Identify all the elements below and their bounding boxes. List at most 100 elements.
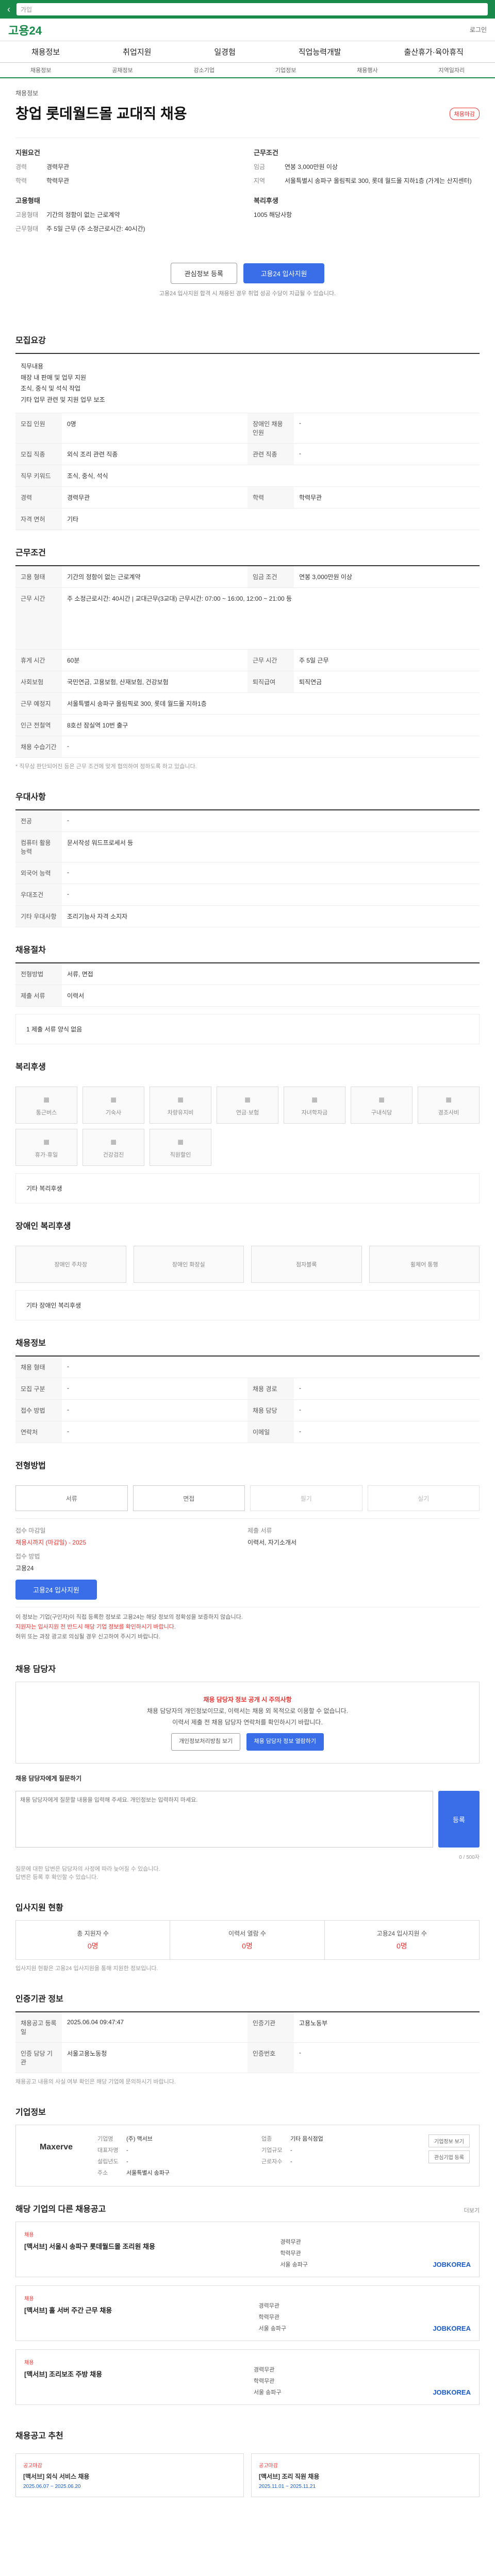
nav-item[interactable]: 일경험 [214,46,235,57]
subnav-item[interactable]: 공채정보 [112,66,133,74]
gift-icon: ■ [445,1094,452,1106]
view-contact-button[interactable]: 채용 담당자 정보 열람하기 [246,1733,324,1751]
recommend-card[interactable]: 공고마감 [맥서브] 외식 서비스 채용 2025.06.07 ~ 2025.0… [15,2453,244,2498]
job-category: 채용정보 [15,90,39,97]
section-title: 기업정보 [15,2108,46,2117]
subnav-item[interactable]: 채용정보 [30,66,51,74]
job-card[interactable]: 채용 [맥서브] 홀 서버 주간 근무 채용 경력무관 학력무관 서울 송파구 JOB… [15,2285,480,2342]
section-title: 모집요강 [15,336,46,345]
company-info: 기업명 (주) 맥서브 업종 기타 음식점업 대표자명 - 기업규모 - 설립년도 - 근… [97,2136,323,2177]
job-actions: 관심정보 등록 고용24 입사지원 [15,247,480,289]
submit-question-button[interactable]: 등록 [438,1791,480,1848]
company-box: Maxerve 기업명 (주) 맥서브 업종 기타 음식점업 대표자명 - 기업규모 -… [15,2125,480,2187]
job-description: 직무내용 매장 내 판매 및 업무 지원 조식, 중식 및 석식 작업 기타 업… [15,354,480,414]
nav-item[interactable]: 직업능력개발 [299,46,341,57]
welfare-item: ■ 자녀학자금 [284,1087,345,1124]
preference-table: 전공 - 컴퓨터 활용 능력 문서작성 워드프로세서 등 외국어 능력 - 우대조건 -… [15,809,480,928]
disability-item: 장애인 주차장 [15,1246,126,1283]
warning-notes: 이 정보는 기업(구인자)이 직접 등록한 정보로 고용24는 해당 정보의 정… [15,1607,480,1647]
source-logo: JOBKOREA [433,2388,471,2397]
section-title: 장애인 복리후생 [15,1222,71,1231]
stat-item: 총 지원자 수 0명 [16,1921,171,1960]
welfare-item: ■ 구내식당 [351,1087,412,1124]
disability-grid: 장애인 주차장 장애인 화장실 점자블록 휠체어 통행 [15,1239,480,1290]
disability-note: 기타 장애인 복리후생 [15,1290,480,1321]
job-card[interactable]: 채용 [맥서브] 조리보조 주방 채용 경력무관 학력무관 서울 송파구 JOBKOR… [15,2349,480,2405]
login-link[interactable]: 로그인 [470,25,487,34]
stats-note: 입사지원 현황은 고용24 입사지원을 통해 지원한 정보입니다. [15,1965,158,1972]
welfare-item: ■ 휴가·휴일 [15,1129,77,1166]
apply-button[interactable]: 고용24 입사지원 [243,263,325,283]
welfare-item: ■ 기숙사 [82,1087,144,1124]
search-input[interactable]: 가입 [16,3,488,15]
section-title: 입사지원 현황 [15,1904,63,1913]
process-step: 필기 [250,1485,362,1512]
process-step: 서류 [15,1485,128,1512]
process-table: 전형방법 서류, 면접 제출 서류 이력서 [15,962,480,1007]
stat-item: 고용24 입사지원 수 0명 [376,1930,427,1951]
extra-table: 채용 형태 - 모집 구분 - 채용 경로 - 접수 방법 - 채용 담당 - 연락처 - 이메일… [15,1355,480,1444]
privacy-button[interactable]: 개인정보처리방침 보기 [171,1733,241,1751]
stats-box: 총 지원자 수 0명 이력서 열람 수 0명 고용24 입사지원 수 0명 [15,1920,480,1960]
qa-notes: 질문에 대한 답변은 담당자의 사정에 따라 늦어질 수 있습니다. 답변은 등… [15,1866,160,1881]
bus-icon: ■ [43,1094,50,1106]
section-title: 채용절차 [15,946,46,955]
top-bar: ‹ 가입 [0,0,495,19]
apply-button[interactable]: 고용24 입사지원 [15,1580,97,1600]
discount-icon: ■ [177,1136,184,1148]
info-note: 채용공고 내용의 사실 여부 확인은 해당 기업에 문의하시기 바랍니다. [15,2079,176,2086]
recommend-card[interactable]: 공고마감 [맥서브] 조리 직원 채용 2025.11.01 ~ 2025.11… [251,2453,480,2498]
contact-box: 채용 담당자 정보 공개 시 주의사항 채용 담당자의 개인정보이므로, 이력서… [15,1682,480,1764]
qa-form: 등록 [15,1786,480,1853]
section-title: 우대사항 [15,793,46,802]
info-table: 채용공고 등록일 2025.06.04 09:47:47 인증기관 고용노동부 인증 … [15,2011,480,2074]
disability-item: 점자블록 [251,1246,362,1283]
welfare-item: ■ 차량유지비 [150,1087,211,1124]
source-logo: JOBKOREA [433,2325,471,2333]
sub-nav: 채용정보 공채정보 강소기업 기업정보 채용행사 지역일자리 [0,63,495,78]
section-title: 해당 기업의 다른 채용공고 [15,2205,106,2214]
company-logo: Maxerve [39,2143,73,2152]
nav-item[interactable]: 출산휴가·육아휴직 [404,46,464,57]
alert-text: 채용 담당자 정보 공개 시 주의사항 [203,1696,292,1704]
education-icon: ■ [311,1094,318,1106]
subnav-item[interactable]: 기업정보 [275,66,296,74]
deadline-info: 접수 마감일 채용시까지 (마감일) - 2025 접수 방법 고용24 고용2… [15,1518,480,1607]
logo[interactable]: 고용24 [8,22,42,38]
welfare-item: ■ 직원할인 [150,1129,211,1166]
section-title: 복리후생 [15,1063,46,1072]
welfare-item: ■ 연금·보험 [217,1087,278,1124]
home-icon: ■ [110,1094,117,1106]
nav-item[interactable]: 취업지원 [123,46,151,57]
process-note: 1 제출 서류 양식 없음 [15,1014,480,1045]
section-title: 채용공고 추천 [15,2432,63,2441]
requirements-table: 직무내용 매장 내 판매 및 업무 지원 조식, 중식 및 석식 작업 기타 업… [15,353,480,531]
conditions-table: 고용 형태 기간의 정함이 없는 근로계약 임금 조건 연봉 3,000만원 이상 근… [15,565,480,758]
section-title: 전형방법 [15,1462,46,1471]
more-link[interactable]: 더보기 [464,2206,480,2222]
status-badge: 채용마감 [449,108,480,120]
car-icon: ■ [177,1094,184,1106]
save-interest-button[interactable]: 관심정보 등록 [170,263,237,284]
subnav-item[interactable]: 채용행사 [357,66,377,74]
source-logo: JOBKOREA [433,2261,471,2269]
question-input[interactable] [15,1791,433,1848]
job-card[interactable]: 채용 [맥서브] 서울시 송파구 롯데월드몰 조리원 채용 경력무관 학력무관 서울 … [15,2222,480,2278]
welfare-note: 기타 복리후생 [15,1173,480,1204]
subnav-item[interactable]: 지역일자리 [438,66,465,74]
section-title: 근무조건 [15,549,46,558]
company-info-button[interactable]: 기업정보 보기 [428,2134,470,2148]
apply-note: 고용24 입사지원 합격 시 채용된 경우 취업 성공 수당이 지급될 수 있습… [159,291,336,297]
calendar-icon: ■ [43,1136,50,1148]
insurance-icon: ■ [244,1094,251,1106]
main-nav: 채용정보 취업지원 일경험 직업능력개발 출산휴가·육아휴직 [0,41,495,63]
interest-company-button[interactable]: 관심기업 등록 [428,2150,470,2164]
process-steps: 서류 면접 필기 실기 [15,1478,480,1518]
meal-icon: ■ [378,1094,385,1106]
subnav-item[interactable]: 강소기업 [194,66,214,74]
welfare-grid: ■ 통근버스 ■ 기숙사 ■ 차량유지비 ■ 연금·보험 ■ 자녀학자금 ■ 구내식당 ■ 경… [15,1079,480,1173]
back-arrow-icon[interactable]: ‹ [7,4,10,15]
disability-item: 휠체어 통행 [369,1246,480,1283]
nav-item[interactable]: 채용정보 [31,46,60,57]
char-count: 0 / 500자 [459,1855,480,1861]
